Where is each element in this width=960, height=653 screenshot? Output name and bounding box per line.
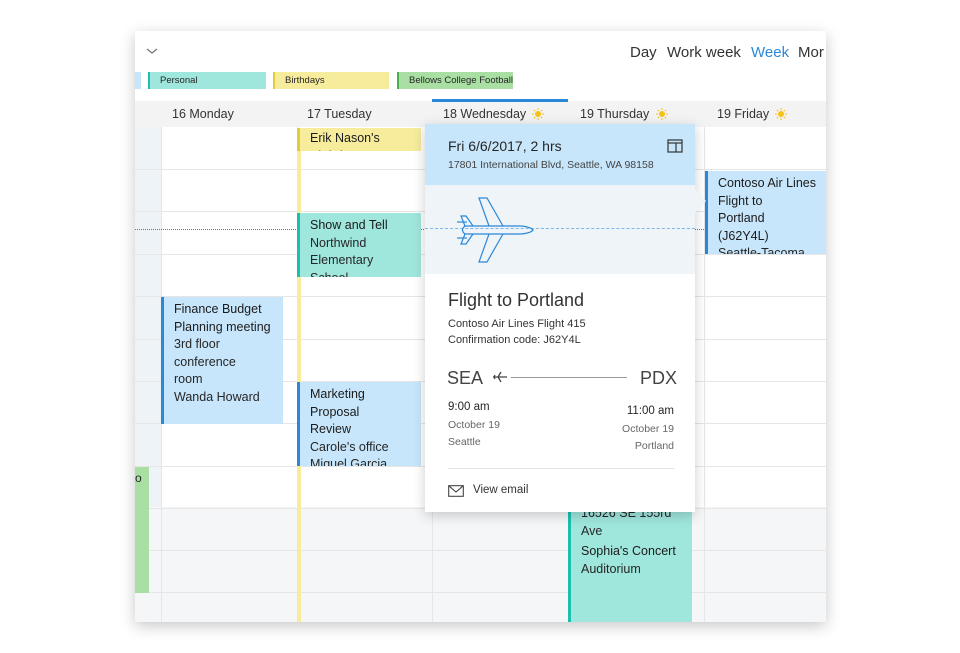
view-day[interactable]: Day (630, 44, 657, 61)
mail-icon (448, 485, 464, 497)
event-title: Marketing Proposal (310, 387, 365, 419)
arrival-time: 11:00 am (626, 405, 674, 417)
airplane-icon (457, 197, 534, 263)
card-date: Fri 6/6/2017, 2 hrs (448, 138, 562, 154)
arrival-city: Portland (634, 440, 674, 452)
arrival-date: October 19 (622, 423, 674, 435)
card-confirmation: Confirmation code: J62Y4L (448, 334, 581, 346)
sun-icon (775, 108, 787, 120)
grid-row-line (135, 550, 826, 551)
day-label-thursday[interactable]: 19 Thursday (580, 107, 649, 121)
view-email-link[interactable]: View email (473, 484, 528, 496)
airplane-icon (493, 371, 507, 383)
event-title: Show and Tell (310, 218, 388, 232)
category-personal[interactable]: Personal (148, 72, 266, 89)
event-detail-card[interactable]: Fri 6/6/2017, 2 hrs 17801 International … (425, 124, 695, 512)
card-address: 17801 International Blvd, Seattle, WA 98… (448, 159, 654, 171)
event-sophias-concert[interactable]: Sophia's Concert Auditorium (568, 539, 692, 622)
chevron-down-icon[interactable] (144, 43, 160, 59)
calendar-icon[interactable] (667, 139, 683, 153)
category-birthdays[interactable]: Birthdays (273, 72, 389, 89)
card-header (425, 124, 695, 185)
event-location: Elementary School (310, 253, 374, 277)
today-indicator (432, 99, 568, 102)
card-title: Flight to Portland (448, 290, 585, 310)
event-title: Sophia's Concert (581, 544, 676, 558)
event-birthday[interactable]: Erik Nason's Birthda (297, 128, 421, 151)
event-organizer: Wanda Howard (174, 389, 260, 404)
category-football[interactable]: Bellows College Football (397, 72, 513, 89)
day-label-friday[interactable]: 19 Friday (717, 107, 769, 121)
departure-date: October 19 (448, 419, 500, 431)
event-title: Contoso Air Lines (718, 176, 816, 190)
event-title: Planning meeting (174, 319, 271, 334)
event-location: Auditorium (581, 561, 641, 576)
event-title: Finance Budget (174, 302, 262, 316)
sun-icon (532, 108, 544, 120)
event-title: Portland (J62Y4L) (718, 211, 769, 243)
event-location: room (174, 372, 203, 386)
card-divider (448, 468, 674, 469)
view-work-week[interactable]: Work week (667, 44, 741, 61)
category-swatch-partial (135, 72, 141, 89)
grid-row-line (135, 592, 826, 593)
from-airport-code: SEA (447, 368, 484, 388)
event-location: Northwind (310, 235, 367, 250)
day-label-tuesday[interactable]: 17 Tuesday (307, 107, 372, 121)
event-location: 3rd floor conference (174, 337, 236, 369)
departure-city: Seattle (448, 436, 481, 448)
event-flight-to-portland[interactable]: Contoso Air Lines Flight to Portland (J6… (705, 171, 826, 254)
to-airport-code: PDX (640, 368, 678, 388)
day-label-wednesday[interactable]: 18 Wednesday (443, 107, 526, 121)
event-title: Erik Nason's Birthda (310, 131, 380, 151)
popup-pointer (694, 188, 706, 214)
event-organizer: Miguel Garcia (310, 457, 388, 466)
card-airline: Contoso Air Lines Flight 415 (448, 318, 586, 330)
event-football-partial[interactable]: o (135, 467, 149, 593)
event-show-and-tell[interactable]: Show and Tell Northwind Elementary Schoo… (297, 213, 421, 277)
departure-time: 9:00 am (448, 401, 490, 413)
event-title: Review (310, 422, 351, 436)
day-label-monday[interactable]: 16 Monday (172, 107, 234, 121)
event-title: Flight to (718, 193, 763, 208)
view-month[interactable]: Mor (798, 44, 824, 61)
route-line (511, 377, 627, 378)
sun-icon (656, 108, 668, 120)
event-location: Seattle-Tacoma Int (718, 246, 805, 254)
event-marketing-proposal[interactable]: Marketing Proposal Review Carole's offic… (297, 382, 421, 466)
event-location: Carole's office (310, 439, 389, 454)
event-finance-budget[interactable]: Finance Budget Planning meeting 3rd floo… (161, 297, 283, 424)
view-week[interactable]: Week (751, 44, 789, 61)
event-title-partial: o (135, 471, 142, 485)
after-hours-shade (135, 507, 826, 622)
